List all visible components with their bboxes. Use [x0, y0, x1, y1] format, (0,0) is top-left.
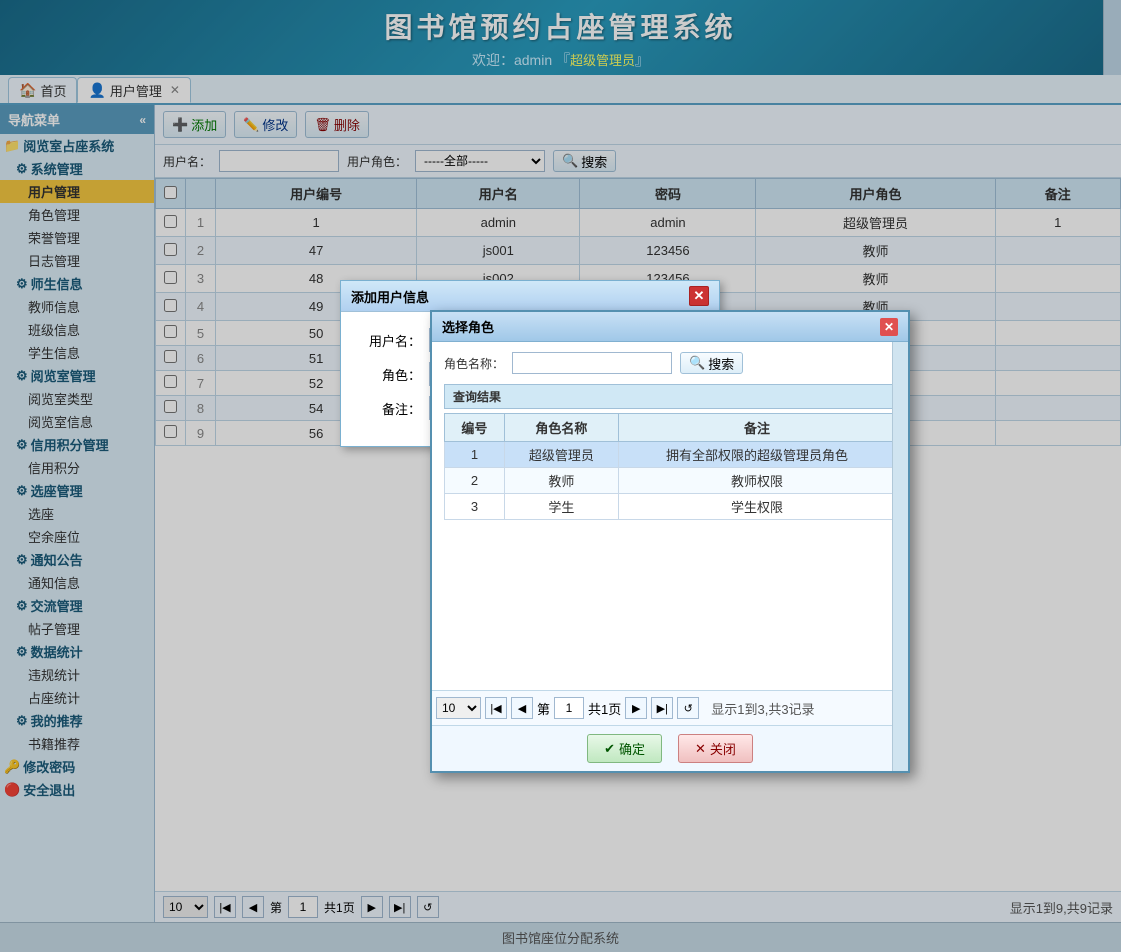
role-page-prev[interactable]: ◀ — [511, 697, 533, 719]
role-page-next[interactable]: ▶ — [625, 697, 647, 719]
add-user-dialog-header: 添加用户信息 ✕ — [341, 281, 719, 312]
role-table-spacer — [432, 530, 908, 690]
role-page-refresh[interactable]: ↺ — [677, 697, 699, 719]
form-role-label: 角色： — [361, 365, 421, 384]
add-user-dialog-title: 添加用户信息 — [351, 287, 429, 306]
select-role-dialog-title: 选择角色 — [442, 317, 494, 336]
role-dialog-footer-btns: ✔ 确定 ✕ 关闭 — [432, 725, 908, 771]
role-col-id: 编号 — [445, 414, 505, 442]
role-search-label: 搜索 — [708, 354, 734, 373]
role-row-remark: 教师权限 — [619, 468, 896, 494]
role-page-info: 显示1到3,共3记录 — [711, 699, 814, 718]
role-table-row[interactable]: 1 超级管理员 拥有全部权限的超级管理员角色 — [445, 442, 896, 468]
check-icon: ✔ — [604, 741, 615, 757]
role-table: 编号 角色名称 备注 1 超级管理员 拥有全部权限的超级管理员角色 2 教师 教… — [444, 413, 896, 520]
role-search-row: 角色名称： 🔍 搜索 — [444, 352, 896, 374]
role-name-input[interactable] — [512, 352, 672, 374]
role-page-pre-label: 第 — [537, 699, 550, 718]
role-close-label: 关闭 — [710, 739, 736, 758]
role-search-button[interactable]: 🔍 搜索 — [680, 352, 743, 374]
role-row-num: 3 — [445, 494, 505, 520]
role-row-remark: 拥有全部权限的超级管理员角色 — [619, 442, 896, 468]
form-remark-label: 备注： — [361, 399, 421, 418]
add-user-dialog-close-btn[interactable]: ✕ — [689, 286, 709, 306]
role-row-name: 学生 — [504, 494, 618, 520]
role-row-name: 超级管理员 — [504, 442, 618, 468]
role-row-num: 1 — [445, 442, 505, 468]
role-close-button[interactable]: ✕ 关闭 — [678, 734, 753, 763]
query-result-label: 查询结果 — [444, 384, 896, 409]
role-pagination-bar: 10 |◀ ◀ 第 共1页 ▶ ▶| ↺ 显示1到3,共3记录 — [432, 690, 908, 725]
role-per-page-select[interactable]: 10 — [436, 697, 481, 719]
role-search-icon: 🔍 — [689, 355, 705, 371]
select-role-dialog: 选择角色 ✕ 角色名称： 🔍 搜索 查询结果 编号 角色名称 备注 — [430, 310, 910, 773]
role-dialog-scrollbar[interactable] — [892, 342, 908, 771]
role-page-input[interactable] — [554, 697, 584, 719]
select-role-dialog-close-x[interactable]: ✕ — [880, 318, 898, 336]
role-table-row[interactable]: 3 学生 学生权限 — [445, 494, 896, 520]
role-page-first[interactable]: |◀ — [485, 697, 507, 719]
role-row-remark: 学生权限 — [619, 494, 896, 520]
role-col-name: 角色名称 — [504, 414, 618, 442]
role-row-name: 教师 — [504, 468, 618, 494]
form-username-label: 用户名： — [361, 331, 421, 350]
role-name-label: 角色名称： — [444, 355, 504, 372]
select-role-dialog-header: 选择角色 ✕ — [432, 312, 908, 342]
role-page-last[interactable]: ▶| — [651, 697, 673, 719]
select-role-dialog-body: 角色名称： 🔍 搜索 查询结果 编号 角色名称 备注 — [432, 342, 908, 530]
close-icon: ✕ — [695, 741, 706, 757]
role-row-num: 2 — [445, 468, 505, 494]
role-ok-button[interactable]: ✔ 确定 — [587, 734, 662, 763]
role-col-remark: 备注 — [619, 414, 896, 442]
role-table-row[interactable]: 2 教师 教师权限 — [445, 468, 896, 494]
role-ok-label: 确定 — [619, 739, 645, 758]
role-page-total: 共1页 — [588, 699, 621, 718]
select-role-dialog-inner: 角色名称： 🔍 搜索 查询结果 编号 角色名称 备注 — [432, 342, 908, 771]
